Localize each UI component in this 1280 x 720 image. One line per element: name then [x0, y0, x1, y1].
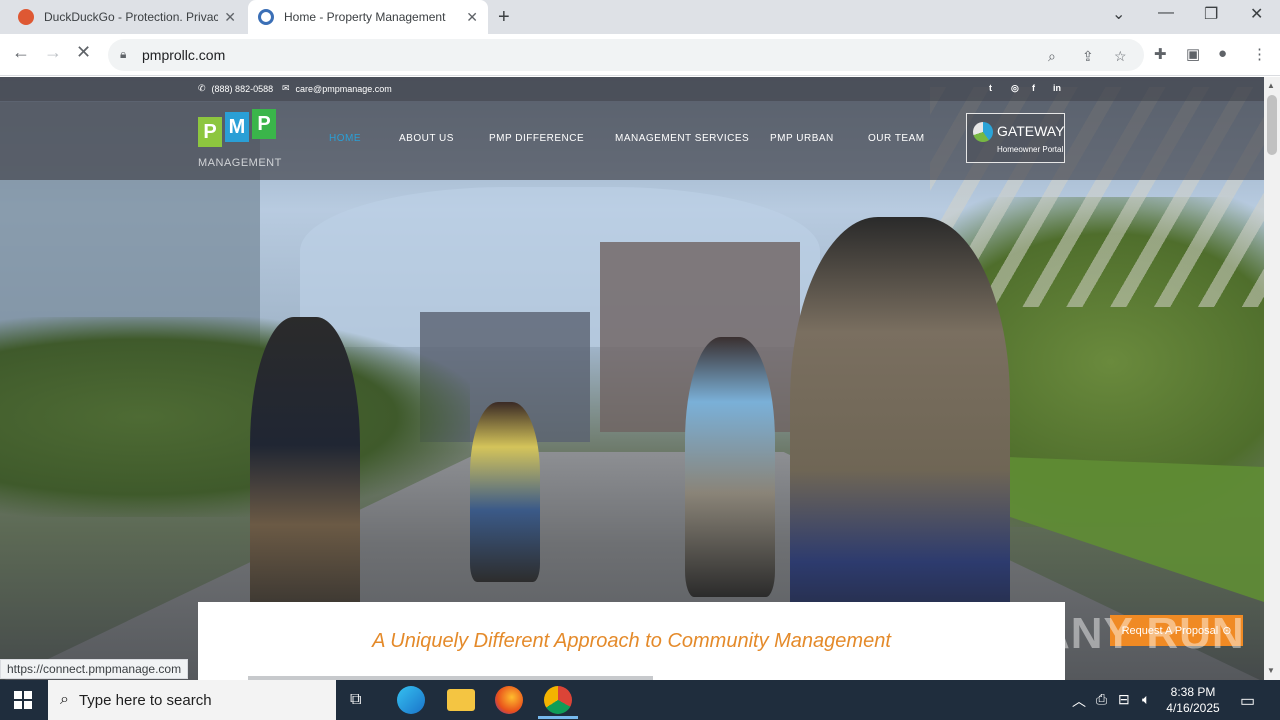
file-explorer-icon[interactable]	[447, 689, 475, 711]
page-scrollbar[interactable]: ▲ ▼	[1264, 77, 1280, 680]
share-icon[interactable]: ⇪	[1082, 48, 1094, 65]
chrome-active-indicator	[538, 716, 578, 719]
logo-tile-m: M	[225, 112, 249, 142]
email-address[interactable]: care@pmpmanage.com	[296, 84, 392, 94]
device-icon[interactable]: ⎙	[1096, 691, 1107, 708]
gateway-logo-icon	[973, 122, 993, 142]
tagline-heading: A Uniquely Different Approach to Communi…	[372, 630, 891, 652]
tab-duckduckgo[interactable]: DuckDuckGo - Protection. Privacy ✕	[8, 0, 246, 34]
clock-date: 4/16/2025	[1166, 701, 1220, 715]
menu-kebab-icon[interactable]: ⋮	[1252, 45, 1267, 63]
nav-home[interactable]: HOME	[329, 133, 361, 144]
tagline-section: A Uniquely Different Approach to Communi…	[198, 602, 1065, 680]
hero-cyclist-man	[685, 337, 775, 597]
link-status-bar: https://connect.pmpmanage.com	[0, 659, 189, 679]
linkedin-icon[interactable]: in	[1053, 83, 1061, 93]
pmp-logo[interactable]: P M P MANAGEMENT	[198, 109, 282, 169]
nav-our-team[interactable]: OUR TEAM	[868, 133, 925, 144]
hero-cyclist-child-left	[250, 317, 360, 637]
taskbar-search-placeholder[interactable]: Type here to search	[79, 692, 212, 709]
browser-toolbar: ← → ✕ 🔒︎ pmprollc.com ⌕ ⇪ ☆ ✚ ▣ ● ⋮	[0, 34, 1280, 76]
gateway-portal-button[interactable]: GATEWAY Homeowner Portal	[966, 113, 1065, 163]
volume-icon[interactable]: 🔈︎	[1142, 691, 1150, 708]
chrome-icon[interactable]	[544, 686, 572, 714]
search-icon: ⌕	[60, 691, 69, 708]
facebook-icon[interactable]: f	[1032, 83, 1035, 93]
firefox-icon[interactable]	[495, 686, 523, 714]
address-bar-url[interactable]: pmprollc.com	[142, 47, 225, 63]
network-icon[interactable]: ⊟	[1118, 691, 1130, 708]
nav-management-services[interactable]: MANAGEMENT SERVICES	[615, 133, 749, 144]
email-contact[interactable]: ✉ care@pmpmanage.com	[282, 83, 392, 94]
taskbar-search-box[interactable]: ⌕ Type here to search	[48, 680, 336, 720]
tab-property-management[interactable]: Home - Property Management ✕	[248, 0, 488, 34]
anyrun-watermark: ANY RUN	[1038, 609, 1245, 658]
site-header: ✆ (888) 882-0588 ✉ care@pmpmanage.com t …	[0, 77, 1264, 180]
web-page: ✆ (888) 882-0588 ✉ care@pmpmanage.com t …	[0, 77, 1264, 680]
duckduckgo-favicon-icon	[18, 9, 34, 25]
scroll-up-icon[interactable]: ▲	[1267, 81, 1275, 90]
loading-favicon-icon	[258, 9, 274, 25]
instagram-icon[interactable]: ◎	[1011, 83, 1019, 94]
close-tab-icon[interactable]: ✕	[466, 9, 478, 26]
stop-loading-icon[interactable]: ✕	[76, 42, 91, 63]
zoom-icon[interactable]: ⌕	[1048, 48, 1056, 65]
logo-wordmark: MANAGEMENT	[198, 157, 282, 169]
bookmark-star-icon[interactable]: ☆	[1114, 48, 1127, 65]
windows-start-icon[interactable]	[14, 691, 32, 709]
hero-trees-left	[0, 317, 470, 517]
task-view-icon[interactable]: ⧉	[350, 691, 361, 709]
address-bar[interactable]: 🔒︎ pmprollc.com ⌕ ⇪ ☆	[108, 39, 1144, 71]
logo-tile-p2: P	[252, 109, 276, 139]
tab-title: DuckDuckGo - Protection. Privacy	[44, 10, 219, 24]
gateway-name: GATEWAY	[997, 123, 1065, 139]
notifications-icon[interactable]: ▭	[1240, 691, 1255, 711]
show-hidden-icons-icon[interactable]: ︿	[1072, 691, 1086, 711]
nav-pmp-urban[interactable]: PMP URBAN	[770, 133, 834, 144]
new-tab-icon[interactable]: +	[498, 6, 510, 29]
forward-icon[interactable]: →	[44, 42, 62, 63]
restore-icon[interactable]: ❐	[1204, 4, 1218, 24]
nav-pmp-difference[interactable]: PMP DIFFERENCE	[489, 133, 584, 144]
close-window-icon[interactable]: ✕	[1250, 4, 1263, 24]
phone-icon: ✆	[198, 83, 206, 93]
side-panel-icon[interactable]: ▣	[1186, 45, 1200, 63]
close-tab-icon[interactable]: ✕	[224, 9, 236, 26]
edge-icon[interactable]	[397, 686, 425, 714]
nav-about-us[interactable]: ABOUT US	[399, 133, 454, 144]
profile-avatar-icon[interactable]: ●	[1218, 45, 1227, 62]
tab-search-icon[interactable]: ⌄	[1112, 4, 1125, 24]
twitter-icon[interactable]: t	[989, 83, 992, 93]
phone-contact[interactable]: ✆ (888) 882-0588	[198, 83, 273, 94]
scroll-down-icon[interactable]: ▼	[1267, 666, 1275, 675]
scroll-thumb[interactable]	[1267, 95, 1277, 155]
logo-tile-p1: P	[198, 117, 222, 147]
hero-cyclist-woman	[470, 402, 540, 582]
phone-number[interactable]: (888) 882-0588	[212, 84, 274, 94]
email-icon: ✉	[282, 83, 290, 93]
lock-icon[interactable]: 🔒︎	[120, 47, 126, 62]
contact-bar: ✆ (888) 882-0588 ✉ care@pmpmanage.com t …	[0, 77, 1264, 101]
minimize-icon[interactable]: —	[1158, 4, 1174, 22]
browser-tab-strip: DuckDuckGo - Protection. Privacy ✕ Home …	[0, 0, 1280, 34]
extensions-icon[interactable]: ✚	[1154, 45, 1167, 63]
windows-taskbar: ⌕ Type here to search ⧉ ︿ ⎙ ⊟ 🔈︎ 8:38 PM…	[0, 680, 1280, 720]
back-icon[interactable]: ←	[12, 42, 30, 63]
clock-time: 8:38 PM	[1170, 685, 1216, 699]
system-clock[interactable]: 8:38 PM 4/16/2025	[1164, 684, 1222, 716]
gateway-subtitle: Homeowner Portal	[997, 145, 1064, 154]
tab-title: Home - Property Management	[284, 10, 446, 24]
